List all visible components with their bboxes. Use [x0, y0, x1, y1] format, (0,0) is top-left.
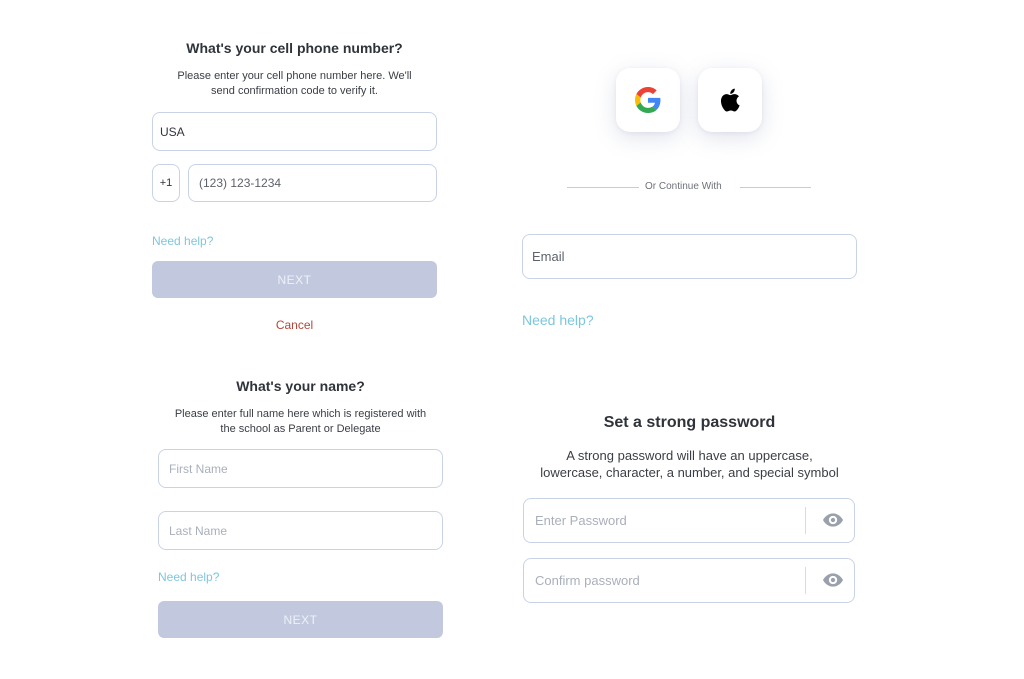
password-title: Set a strong password — [603, 414, 776, 431]
phone-input[interactable]: (123) 123-1234 — [188, 164, 437, 202]
email-help-link[interactable]: Need help? — [522, 312, 594, 328]
country-value: USA — [160, 124, 185, 139]
name-description-line-2: the school as Parent or Delegate — [220, 422, 381, 435]
email-input[interactable]: Email — [522, 234, 857, 279]
country-select[interactable]: USA — [152, 112, 437, 151]
name-help-link[interactable]: Need help? — [158, 570, 219, 584]
google-button[interactable] — [616, 68, 680, 132]
password-eye-separator — [805, 507, 806, 534]
phone-next-button[interactable]: NEXT — [152, 261, 437, 298]
phone-help-link[interactable]: Need help? — [152, 234, 213, 248]
name-next-button[interactable]: NEXT — [158, 601, 443, 638]
country-code-field[interactable]: +1 — [152, 164, 180, 202]
confirm-visibility-toggle[interactable] — [812, 559, 854, 601]
email-placeholder: Email — [532, 249, 565, 264]
confirm-password-input[interactable]: Confirm password — [523, 558, 855, 603]
name-description: Please enter full name here which is reg… — [152, 407, 449, 437]
confirm-password-placeholder: Confirm password — [535, 573, 640, 588]
eye-icon — [823, 573, 843, 587]
phone-description-line-2: send confirmation code to verify it. — [211, 84, 378, 97]
eye-icon — [823, 513, 843, 527]
name-description-line-1: Please enter full name here which is reg… — [174, 408, 427, 420]
apple-logo-icon — [720, 88, 740, 112]
first-name-placeholder: First Name — [169, 461, 228, 476]
first-name-input[interactable]: First Name — [158, 449, 443, 488]
apple-button[interactable] — [698, 68, 762, 132]
password-visibility-toggle[interactable] — [812, 499, 854, 541]
password-description-line-1: A strong password will have an uppercase… — [566, 448, 813, 463]
name-title: What's your name? — [236, 378, 365, 394]
divider-text: Or Continue With — [645, 181, 722, 192]
password-description: A strong password will have an uppercase… — [512, 448, 867, 482]
phone-placeholder: (123) 123-1234 — [199, 176, 282, 190]
cancel-button[interactable]: Cancel — [152, 318, 437, 332]
google-logo-icon — [635, 87, 661, 113]
phone-title: What's your cell phone number? — [186, 40, 403, 56]
divider-line-right — [740, 187, 811, 188]
password-description-line-2: lowercase, character, a number, and spec… — [540, 464, 839, 480]
last-name-input[interactable]: Last Name — [158, 511, 443, 550]
divider-line-left — [567, 187, 639, 188]
confirm-eye-separator — [805, 567, 806, 594]
country-code-value: +1 — [159, 177, 173, 189]
last-name-placeholder: Last Name — [169, 523, 228, 538]
password-input[interactable]: Enter Password — [523, 498, 855, 543]
password-placeholder: Enter Password — [535, 513, 627, 528]
phone-description-line-1: Please enter your cell phone number here… — [177, 70, 412, 82]
phone-description: Please enter your cell phone number here… — [152, 69, 437, 99]
